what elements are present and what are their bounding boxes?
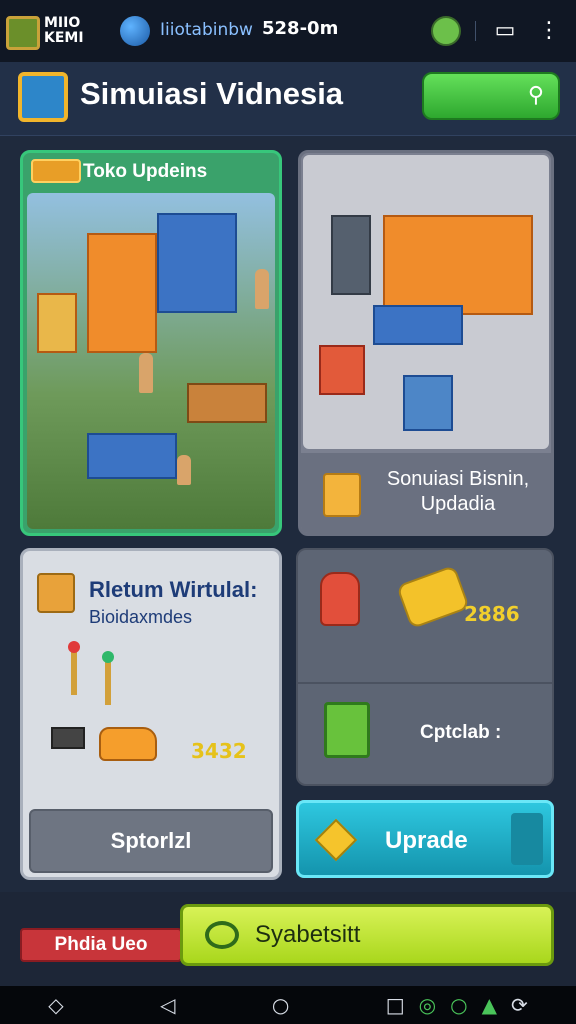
bottom-action-area: Phdia Ueo Syabetsitt [0,892,576,986]
cart-illustration [51,727,85,749]
table-illustration [187,383,267,423]
counter-illustration [87,433,177,479]
store-card[interactable]: Toko Updeins [20,150,282,536]
main-action-label: Syabetsitt [255,921,361,948]
store-card-title: Toko Updeins [83,161,208,182]
search-icon: ⚲ [527,83,544,108]
store-badge-icon [31,159,81,183]
virtual-card-title: Rletum Wirtulal: [89,577,258,602]
pole-illustration [105,659,111,705]
upgrade-tab [511,813,543,865]
virtual-card-subtitle: Bioidaxmdes [89,607,193,627]
machine-illustration [403,375,453,431]
profile-avatar-icon[interactable] [431,16,461,46]
stats-label: Cptclab : [420,722,502,743]
nav-circle-icon[interactable]: ○ [450,993,467,1017]
shelf-illustration [157,213,237,313]
upgrade-button[interactable]: Uprade [296,800,554,878]
car-icon [99,727,157,761]
hydrant-icon [320,572,360,626]
person-illustration [255,269,269,309]
nav-recents-icon[interactable]: □ [386,993,405,1017]
nav-right-icons: □ ◎ ○ ▲ ⟳ [386,993,528,1017]
main-action-button[interactable]: Syabetsitt [180,904,554,966]
business-illustration [303,155,549,449]
search-button[interactable]: ⚲ [422,72,560,120]
left-action-button[interactable]: Phdia Ueo [20,928,182,962]
person-illustration [139,353,153,393]
swirl-icon [205,921,239,949]
nav-menu-icon[interactable]: ◇ [48,993,63,1017]
game-logo-icon [18,72,68,122]
pole-illustration [71,649,77,695]
divider [298,682,552,684]
vending-machine-illustration [331,215,371,295]
globe-icon [120,16,150,46]
stall-illustration [383,215,533,315]
window-icon[interactable]: ▭ [490,16,520,46]
nav-rotate-icon[interactable]: ⟳ [511,993,528,1017]
stats-value: 2886 [464,602,520,626]
page-title: Simuiasi Vidnesia [80,76,344,111]
cube-logo-icon [6,16,40,50]
diamond-icon [314,818,358,862]
nav-app-icon[interactable]: ◎ [419,993,436,1017]
green-crate-icon [324,702,370,758]
box-illustration [37,293,77,353]
divider [475,21,476,41]
cube-icon [323,473,361,517]
counter-illustration [373,305,463,345]
shelf-illustration [87,233,157,353]
more-icon[interactable]: ⋮ [534,16,564,46]
upgrade-label: Uprade [385,827,468,854]
logo-text: MIIO KEMI [44,15,84,46]
business-card[interactable]: Sonuiasi Bisnin, Updadia [298,150,554,536]
top-right-controls: ▭ ⋮ [431,16,564,46]
chicken-icon [396,564,470,630]
stats-card[interactable]: 2886 Cptclab : [296,548,554,786]
arcade-illustration [319,345,365,395]
red-light-icon [68,641,80,653]
crate-icon [37,573,75,613]
system-nav-bar: ◇ ◁ ○ □ ◎ ○ ▲ ⟳ [0,986,576,1024]
nav-up-icon[interactable]: ▲ [482,993,497,1017]
title-bar: Simuiasi Vidnesia ⚲ [0,62,576,136]
green-light-icon [102,651,114,663]
virtual-card[interactable]: Rletum Wirtulal: Bioidaxmdes 3432 Sptorl… [20,548,282,880]
virtual-card-button[interactable]: Sptorlzl [29,809,273,873]
store-illustration [27,193,275,529]
network-text: Iiiotabinbw [160,20,253,40]
person-illustration [177,455,191,485]
network-value: 528-0m [262,18,339,39]
business-card-title: Sonuiasi Bisnin, Updadia [386,468,530,515]
virtual-value: 3432 [191,739,247,763]
nav-back-icon[interactable]: ◁ [160,993,175,1017]
top-bar: MIIO KEMI Iiiotabinbw 528-0m ▭ ⋮ [0,0,576,62]
nav-home-icon[interactable]: ○ [272,993,289,1017]
business-card-footer: Sonuiasi Bisnin, Updadia [301,453,551,533]
